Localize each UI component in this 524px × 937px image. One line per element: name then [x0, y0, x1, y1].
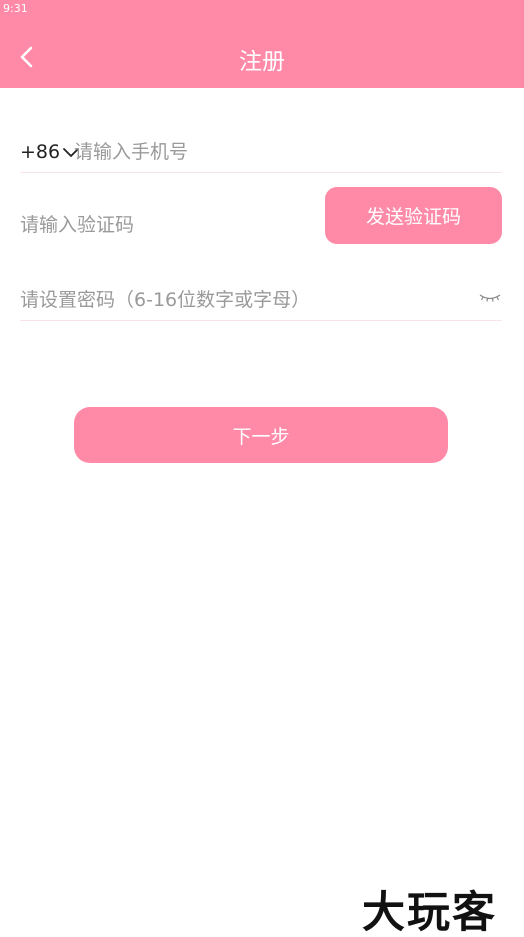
password-input[interactable]	[20, 285, 470, 315]
country-code-select[interactable]: +86	[20, 138, 80, 166]
phone-divider	[20, 172, 502, 173]
register-screen: 9:31 注册 +86 发送验证码 下一步 大玩客	[0, 0, 524, 937]
watermark-logo: 大玩客	[362, 888, 497, 937]
phone-input[interactable]	[74, 137, 494, 167]
next-step-button[interactable]: 下一步	[74, 407, 448, 463]
eye-closed-icon	[479, 294, 501, 302]
status-time: 9:31	[3, 2, 28, 15]
app-header: 9:31 注册	[0, 0, 524, 88]
country-code-value: +86	[20, 141, 61, 163]
page-title: 注册	[239, 49, 285, 75]
send-code-button[interactable]: 发送验证码	[325, 187, 502, 244]
toggle-password-visibility-button[interactable]	[478, 290, 502, 306]
verification-code-input[interactable]	[20, 210, 310, 240]
password-divider	[20, 320, 502, 321]
